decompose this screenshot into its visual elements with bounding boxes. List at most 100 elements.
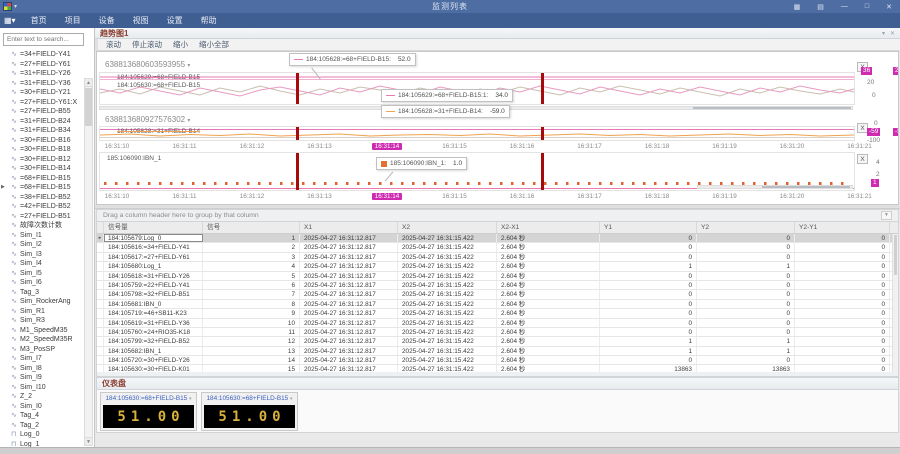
table-cell[interactable]: 2025-04-27 16:31:15.422 [398,253,497,261]
table-cell[interactable]: 0 [600,243,697,251]
table-cell[interactable]: 8 [203,300,300,308]
search-input[interactable] [3,33,84,46]
table-cell[interactable]: 2025-04-27 16:31:15.422 [398,347,497,355]
table-cell[interactable]: 1 [600,347,697,355]
minimize-icon[interactable]: — [841,3,848,11]
list-item[interactable]: ∿=68+FIELD-B15 [0,174,94,184]
time-cursor[interactable] [296,153,299,190]
table-row[interactable]: 184:105759:=22+FIELD-Y4162025-04-27 16:3… [97,281,898,290]
table-cell[interactable]: 0 [600,281,697,289]
table-cell[interactable]: 4 [203,262,300,270]
table-cell[interactable]: 0 [600,300,697,308]
list-item[interactable]: ∿Tag_3 [0,288,94,298]
table-cell[interactable]: 2.604 秒 [497,356,600,364]
table-row[interactable]: 184:105798:=32+FIELD-B5172025-04-27 16:3… [97,290,898,299]
table-cell[interactable]: 0 [795,365,890,372]
scrollbar-thumb[interactable] [85,88,92,126]
table-cell[interactable]: 184:105619:=31+FIELD-Y36 [104,319,203,327]
table-cell[interactable]: 5 [203,272,300,280]
chart2-id[interactable]: 638813680927576302 ▾ [105,115,190,124]
trend-toolbar-button-3[interactable]: 缩小全部 [199,39,229,50]
table-cell[interactable]: 0 [697,319,795,327]
column-header-4[interactable]: X2-X1 [497,222,600,233]
list-item[interactable]: ∿M3_PosSP [0,345,94,355]
group-by-bar[interactable]: Drag a column header here to group by th… [96,209,899,222]
table-cell[interactable]: 184:105759:=22+FIELD-Y41 [104,281,203,289]
table-cell[interactable]: 2025-04-27 16:31:15.422 [398,272,497,280]
table-cell[interactable]: 1 [600,262,697,270]
trend-toolbar-button-0[interactable]: 滚动 [106,39,121,50]
table-cell[interactable]: 2025-04-27 16:31:12.817 [300,262,398,270]
table-cell[interactable]: 2025-04-27 16:31:15.422 [398,281,497,289]
table-cell[interactable]: 184:105799:=32+FIELD-B52 [104,337,203,345]
list-item[interactable]: ∿=38+FIELD-B52 [0,193,94,203]
table-cell[interactable]: 2025-04-27 16:31:12.817 [300,347,398,355]
app-menu-icon[interactable]: ▦▾ [0,16,22,25]
table-cell[interactable]: 0 [795,243,890,251]
table-cell[interactable]: 2.604 秒 [497,243,600,251]
table-cell[interactable]: 0 [600,290,697,298]
menu-item-1[interactable]: 项目 [56,15,90,26]
scroll-down-icon[interactable]: ▼ [85,437,92,445]
list-item[interactable]: ∿=27+FIELD-B55 [0,107,94,117]
table-cell[interactable]: 0 [600,319,697,327]
menu-item-3[interactable]: 视图 [124,15,158,26]
table-cell[interactable]: 184:105617:=27+FIELD-Y61 [104,253,203,261]
table-cell[interactable]: 0 [600,234,697,242]
table-cell[interactable]: 2025-04-27 16:31:12.817 [300,281,398,289]
close-icon[interactable]: ✕ [886,3,892,11]
list-item[interactable]: ∿Sim_I0 [0,402,94,412]
table-cell[interactable]: 2.604 秒 [497,272,600,280]
table-cell[interactable]: 0 [697,300,795,308]
table-cell[interactable]: 184:105760:=24+RIO35-K18 [104,328,203,336]
table-cell[interactable]: 0 [795,262,890,270]
column-header-5[interactable]: Y1 [600,222,697,233]
table-cell[interactable]: 2.604 秒 [497,309,600,317]
list-item[interactable]: ∿M2_SpeedM35R [0,335,94,345]
table-cell[interactable]: 2025-04-27 16:31:15.422 [398,262,497,270]
table-cell[interactable]: 2.604 秒 [497,328,600,336]
table-cell[interactable]: 0 [795,253,890,261]
table-cell[interactable]: 0 [795,356,890,364]
table-cell[interactable]: 0 [795,290,890,298]
table-cell[interactable]: 2.604 秒 [497,300,600,308]
table-row[interactable]: 184:105617:=27+FIELD-Y6132025-04-27 16:3… [97,253,898,262]
list-item[interactable]: ∿=42+FIELD-B52 [0,202,94,212]
sidebar-scrollbar[interactable]: ▲ ▼ [84,78,93,446]
table-cell[interactable]: 3 [203,253,300,261]
time-cursor[interactable] [541,73,544,104]
list-item[interactable]: ∿Sim_I8 [0,364,94,374]
table-cell[interactable]: 2025-04-27 16:31:15.422 [398,365,497,372]
table-cell[interactable]: 2025-04-27 16:31:12.817 [300,243,398,251]
table-cell[interactable]: 2025-04-27 16:31:15.422 [398,356,497,364]
table-cell[interactable]: 184:105682:IBN_1 [104,347,203,355]
table-cell[interactable]: 2025-04-27 16:31:12.817 [300,328,398,336]
table-cell[interactable]: 2025-04-27 16:31:15.422 [398,319,497,327]
table-cell[interactable]: 2025-04-27 16:31:15.422 [398,309,497,317]
list-item[interactable]: ∿Sim_I2 [0,240,94,250]
table-cell[interactable]: 2025-04-27 16:31:15.422 [398,300,497,308]
list-item[interactable]: ∿Sim_I1 [0,231,94,241]
panel-pin-icon[interactable]: ▾ [882,30,885,37]
table-row[interactable]: 184:105719:=46+SB11-K2392025-04-27 16:31… [97,309,898,318]
menu-item-5[interactable]: 帮助 [192,15,226,26]
list-item[interactable]: ∿=34+FIELD-Y41 [0,50,94,60]
table-cell[interactable]: 2025-04-27 16:31:15.422 [398,243,497,251]
table-cell[interactable]: 0 [795,347,890,355]
table-row[interactable]: 184:105760:=24+RIO35-K18112025-04-27 16:… [97,328,898,337]
list-item[interactable]: ∿=27+FIELD-Y61:X [0,98,94,108]
table-cell[interactable]: 0 [697,290,795,298]
list-item[interactable]: ∿Sim_R1 [0,307,94,317]
time-cursor[interactable] [296,73,299,104]
table-cell[interactable]: 2025-04-27 16:31:12.817 [300,253,398,261]
list-item[interactable]: ∿Sim_I3 [0,250,94,260]
list-item[interactable]: ∿=30+FIELD-B12 [0,155,94,165]
chart3-hscrollbar[interactable] [697,185,853,189]
table-cell[interactable]: 2.604 秒 [497,319,600,327]
chart2-legend-1[interactable]: 184:105628:=31+FIELD-B14 [117,128,200,135]
list-item[interactable]: ∿Sim_RockerAng [0,297,94,307]
table-cell[interactable]: 1 [600,337,697,345]
gauge-signal-link[interactable]: 184:105630:=68+FIELD-B15 ▾ [101,393,196,405]
table-cell[interactable]: 2025-04-27 16:31:12.817 [300,290,398,298]
table-scrollbar[interactable] [892,234,898,372]
